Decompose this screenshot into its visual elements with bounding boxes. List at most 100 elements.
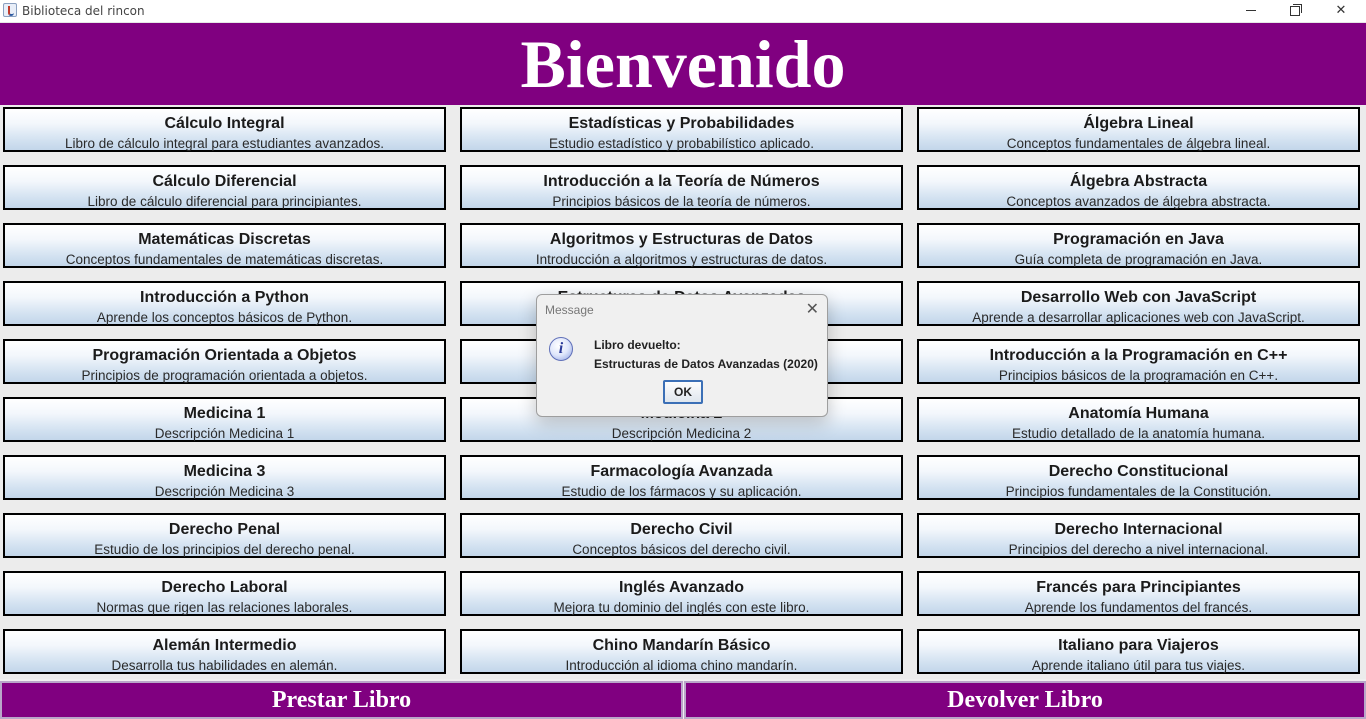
- book-title: Derecho Constitucional: [1048, 463, 1229, 480]
- book-description: Libro de cálculo diferencial para princi…: [87, 194, 362, 209]
- book-button[interactable]: Italiano para Viajeros Aprende italiano ú…: [917, 629, 1360, 674]
- message-dialog: Message ✕ i Libro devuelto: Estructuras …: [536, 294, 828, 417]
- dialog-message-detail: Estructuras de Datos Avanzadas (2020): [594, 357, 818, 371]
- dialog-message-heading: Libro devuelto:: [594, 338, 681, 352]
- book-button[interactable]: Álgebra Lineal Conceptos fundamentales de…: [917, 107, 1360, 152]
- java-app-icon: [3, 3, 17, 17]
- book-title: Medicina 1: [183, 405, 266, 422]
- book-description: Descripción Medicina 1: [154, 426, 295, 441]
- book-title: Estadísticas y Probabilidades: [568, 115, 795, 132]
- close-window-button[interactable]: ✕: [1318, 0, 1364, 22]
- book-title: Derecho Laboral: [161, 579, 288, 596]
- book-button[interactable]: Derecho Penal Estudio de los principios d…: [3, 513, 446, 558]
- book-button[interactable]: Medicina 3 Descripción Medicina 3: [3, 455, 446, 500]
- book-description: Principios de programación orientada a o…: [81, 368, 368, 383]
- book-button[interactable]: Introducción a Python Aprende los concept…: [3, 281, 446, 326]
- book-description: Conceptos básicos del derecho civil.: [572, 542, 791, 557]
- book-description: Descripción Medicina 2: [611, 426, 752, 441]
- book-title: Chino Mandarín Básico: [592, 637, 771, 654]
- book-title: Introducción a Python: [140, 289, 309, 306]
- book-description: Estudio de los principios del derecho pe…: [94, 542, 355, 557]
- book-description: Mejora tu dominio del inglés con este li…: [553, 600, 810, 615]
- welcome-banner: Bienvenido: [0, 23, 1366, 105]
- book-description: Conceptos avanzados de álgebra abstracta…: [1006, 194, 1271, 209]
- book-description: Aprende a desarrollar aplicaciones web c…: [972, 310, 1305, 325]
- book-title: Inglés Avanzado: [618, 579, 745, 596]
- book-title: Programación en Java: [1053, 231, 1224, 248]
- book-button[interactable]: Algoritmos y Estructuras de Datos Introdu…: [460, 223, 903, 268]
- book-description: Aprende los conceptos básicos de Python.: [96, 310, 353, 325]
- book-button[interactable]: Matemáticas Discretas Conceptos fundament…: [3, 223, 446, 268]
- book-title: Álgebra Abstracta: [1069, 173, 1208, 190]
- book-description: Normas que rigen las relaciones laborale…: [96, 600, 353, 615]
- book-title: Algoritmos y Estructuras de Datos: [549, 231, 814, 248]
- dialog-title: Message: [545, 303, 594, 317]
- book-title: Introducción a la Programación en C++: [989, 347, 1288, 364]
- window-title: Biblioteca del rincon: [22, 4, 145, 18]
- restore-button[interactable]: [1272, 0, 1318, 22]
- book-title: Programación Orientada a Objetos: [92, 347, 357, 364]
- book-description: Principios básicos de la programación en…: [998, 368, 1279, 383]
- book-button[interactable]: Programación Orientada a Objetos Principi…: [3, 339, 446, 384]
- book-button[interactable]: Alemán Intermedio Desarrolla tus habilida…: [3, 629, 446, 674]
- book-title: Álgebra Lineal: [1083, 115, 1194, 132]
- book-title: Alemán Intermedio: [152, 637, 297, 654]
- page-title: Bienvenido: [520, 26, 846, 102]
- book-title: Farmacología Avanzada: [590, 463, 773, 480]
- dialog-close-button[interactable]: ✕: [806, 299, 819, 319]
- lend-book-button[interactable]: Prestar Libro: [0, 681, 683, 719]
- book-button[interactable]: Inglés Avanzado Mejora tu dominio del ing…: [460, 571, 903, 616]
- minimize-button[interactable]: [1228, 0, 1274, 22]
- book-button[interactable]: Introducción a la Programación en C++ Pri…: [917, 339, 1360, 384]
- book-button[interactable]: Farmacología Avanzada Estudio de los fárm…: [460, 455, 903, 500]
- book-title: Italiano para Viajeros: [1058, 637, 1219, 654]
- book-description: Introducción a algoritmos y estructuras …: [535, 252, 828, 267]
- book-title: Matemáticas Discretas: [138, 231, 311, 248]
- book-title: Derecho Penal: [168, 521, 281, 538]
- book-button[interactable]: Cálculo Integral Libro de cálculo integra…: [3, 107, 446, 152]
- book-title: Francés para Principiantes: [1036, 579, 1241, 596]
- book-button[interactable]: Introducción a la Teoría de Números Princ…: [460, 165, 903, 210]
- book-title: Introducción a la Teoría de Números: [543, 173, 820, 190]
- book-description: Desarrolla tus habilidades en alemán.: [111, 658, 338, 673]
- book-title: Cálculo Diferencial: [152, 173, 297, 190]
- book-title: Derecho Internacional: [1054, 521, 1223, 538]
- book-button[interactable]: Álgebra Abstracta Conceptos avanzados de …: [917, 165, 1360, 210]
- book-button[interactable]: Cálculo Diferencial Libro de cálculo dife…: [3, 165, 446, 210]
- book-button[interactable]: Medicina 1 Descripción Medicina 1: [3, 397, 446, 442]
- info-icon: i: [549, 337, 573, 361]
- book-description: Estudio estadístico y probabilístico apl…: [549, 136, 814, 151]
- book-description: Libro de cálculo integral para estudiant…: [65, 136, 384, 151]
- book-button[interactable]: Anatomía Humana Estudio detallado de la a…: [917, 397, 1360, 442]
- book-title: Cálculo Integral: [164, 115, 285, 132]
- book-button[interactable]: Derecho Laboral Normas que rigen las rela…: [3, 571, 446, 616]
- book-description: Estudio de los fármacos y su aplicación.: [561, 484, 802, 499]
- dialog-ok-button[interactable]: OK: [663, 380, 703, 404]
- book-description: Conceptos fundamentales de matemáticas d…: [65, 252, 384, 267]
- book-description: Guía completa de programación en Java.: [1014, 252, 1263, 267]
- book-description: Descripción Medicina 3: [154, 484, 295, 499]
- book-button[interactable]: Derecho Internacional Principios del dere…: [917, 513, 1360, 558]
- title-bar: Biblioteca del rincon ✕: [0, 0, 1366, 23]
- book-description: Introducción al idioma chino mandarín.: [565, 658, 798, 673]
- return-book-button[interactable]: Devolver Libro: [684, 681, 1366, 719]
- book-description: Conceptos fundamentales de álgebra linea…: [1006, 136, 1271, 151]
- book-description: Principios básicos de la teoría de númer…: [552, 194, 811, 209]
- book-button[interactable]: Francés para Principiantes Aprende los fu…: [917, 571, 1360, 616]
- book-description: Principios del derecho a nivel internaci…: [1008, 542, 1269, 557]
- book-button[interactable]: Estadísticas y Probabilidades Estudio est…: [460, 107, 903, 152]
- book-button[interactable]: Derecho Constitucional Principios fundame…: [917, 455, 1360, 500]
- restore-icon: [1290, 3, 1302, 16]
- book-button[interactable]: Desarrollo Web con JavaScript Aprende a d…: [917, 281, 1360, 326]
- book-button[interactable]: Derecho Civil Conceptos básicos del derec…: [460, 513, 903, 558]
- book-title: Desarrollo Web con JavaScript: [1020, 289, 1257, 306]
- book-button[interactable]: Programación en Java Guía completa de pro…: [917, 223, 1360, 268]
- book-description: Aprende italiano útil para tus viajes.: [1031, 658, 1246, 673]
- book-title: Derecho Civil: [630, 521, 733, 538]
- book-button[interactable]: Chino Mandarín Básico Introducción al idi…: [460, 629, 903, 674]
- minimize-icon: [1246, 10, 1256, 11]
- book-description: Estudio detallado de la anatomía humana.: [1012, 426, 1265, 441]
- book-title: Anatomía Humana: [1068, 405, 1209, 422]
- book-description: Aprende los fundamentos del francés.: [1024, 600, 1253, 615]
- book-title: Medicina 3: [183, 463, 266, 480]
